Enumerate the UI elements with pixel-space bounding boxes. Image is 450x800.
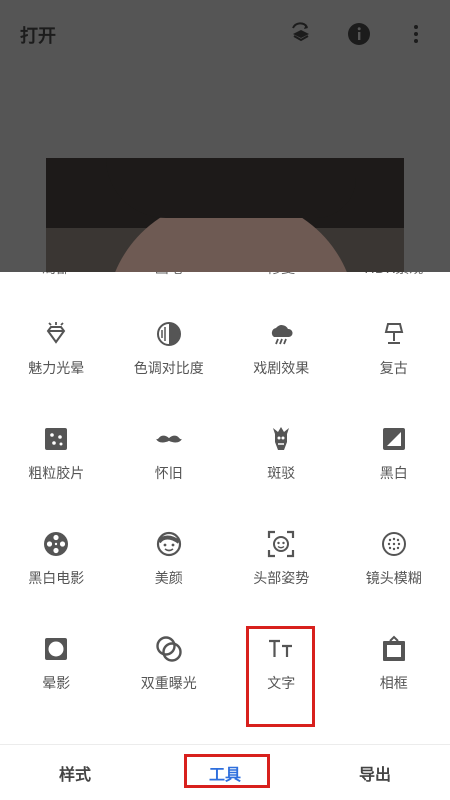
info-icon[interactable] bbox=[345, 20, 373, 48]
tool-drama[interactable]: 戏剧效果 bbox=[225, 308, 338, 413]
tool-black-white[interactable]: 黑白 bbox=[338, 413, 450, 518]
tool-label[interactable]: 修复 bbox=[225, 272, 338, 280]
layers-rotate-icon[interactable] bbox=[287, 20, 315, 48]
tool-label: 复古 bbox=[379, 361, 408, 377]
tools-tab-highlight bbox=[184, 754, 270, 788]
tool-label: 黑白电影 bbox=[28, 571, 85, 587]
mustache-icon bbox=[155, 425, 183, 453]
film-reel-icon bbox=[42, 530, 70, 558]
tonal-contrast-icon bbox=[155, 320, 183, 348]
head-pose-icon bbox=[267, 530, 295, 558]
tool-vignette[interactable]: 晕影 bbox=[0, 623, 113, 728]
tool-label[interactable]: 画笔 bbox=[113, 272, 226, 280]
top-bar: 打开 bbox=[0, 0, 450, 70]
tool-label: 镜头模糊 bbox=[365, 571, 422, 587]
tool-frame[interactable]: 相框 bbox=[338, 623, 450, 728]
grainy-film-icon bbox=[42, 425, 70, 453]
partially-hidden-row: 局部 画笔 修复 HDR景观 bbox=[0, 272, 450, 280]
tool-double-exposure[interactable]: 双重曝光 bbox=[113, 623, 226, 728]
tool-noir[interactable]: 黑白电影 bbox=[0, 518, 113, 623]
open-button[interactable]: 打开 bbox=[20, 22, 56, 48]
tool-head-pose[interactable]: 头部姿势 bbox=[225, 518, 338, 623]
grunge-icon bbox=[267, 425, 295, 453]
face-icon bbox=[155, 530, 183, 558]
lens-blur-icon bbox=[380, 530, 408, 558]
tool-label: 晕影 bbox=[42, 676, 71, 692]
tool-grainy-film[interactable]: 粗粒胶片 bbox=[0, 413, 113, 518]
tool-label[interactable]: 局部 bbox=[0, 272, 113, 280]
glamour-glow-icon bbox=[42, 320, 70, 348]
black-white-icon bbox=[380, 425, 408, 453]
tool-portrait[interactable]: 美颜 bbox=[113, 518, 226, 623]
tool-label: 美颜 bbox=[154, 571, 183, 587]
tool-vintage[interactable]: 复古 bbox=[338, 308, 450, 413]
tool-tonal-contrast[interactable]: 色调对比度 bbox=[113, 308, 226, 413]
tool-label: 魅力光晕 bbox=[28, 361, 85, 377]
tool-lens-blur[interactable]: 镜头模糊 bbox=[338, 518, 450, 623]
tool-glamour-glow[interactable]: 魅力光晕 bbox=[0, 308, 113, 413]
drama-icon bbox=[267, 320, 295, 348]
tool-grunge[interactable]: 斑驳 bbox=[225, 413, 338, 518]
tool-label: 双重曝光 bbox=[140, 676, 197, 692]
text-tool-highlight bbox=[246, 626, 315, 727]
nav-export[interactable]: 导出 bbox=[300, 745, 450, 800]
tool-label: 粗粒胶片 bbox=[28, 466, 85, 482]
vintage-lamp-icon bbox=[380, 320, 408, 348]
tool-label: 黑白 bbox=[379, 466, 408, 482]
tools-grid: 魅力光晕 色调对比度 戏剧效果 复古 粗粒胶片 怀旧 斑驳 黑白 黑白电影 美颜… bbox=[0, 308, 450, 728]
tools-sheet: 局部 画笔 修复 HDR景观 魅力光晕 色调对比度 bbox=[0, 272, 450, 744]
vignette-icon bbox=[42, 635, 70, 663]
tool-retrolux[interactable]: 怀旧 bbox=[113, 413, 226, 518]
tool-label: 怀旧 bbox=[154, 466, 183, 482]
tool-label[interactable]: HDR景观 bbox=[338, 272, 450, 280]
more-vertical-icon[interactable] bbox=[402, 20, 430, 48]
tool-label: 色调对比度 bbox=[133, 361, 204, 377]
tool-label: 头部姿势 bbox=[253, 571, 310, 587]
tool-label: 相框 bbox=[379, 676, 408, 692]
tool-label: 戏剧效果 bbox=[253, 361, 310, 377]
nav-styles[interactable]: 样式 bbox=[0, 745, 150, 800]
frame-icon bbox=[380, 635, 408, 663]
tool-label: 斑驳 bbox=[267, 466, 296, 482]
photo-preview bbox=[46, 158, 404, 273]
double-exposure-icon bbox=[155, 635, 183, 663]
